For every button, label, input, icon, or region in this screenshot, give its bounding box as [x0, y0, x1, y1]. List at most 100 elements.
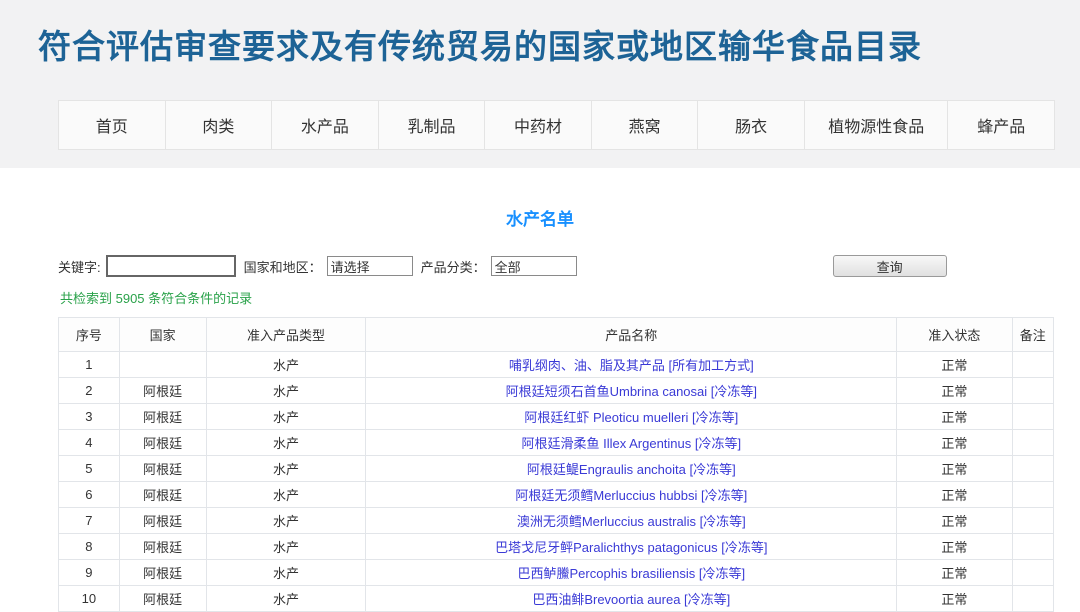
cell-type: 水产	[206, 508, 366, 534]
column-header: 序号	[59, 318, 120, 352]
cell-country: 阿根廷	[119, 482, 206, 508]
nav-item-8[interactable]: 植物源性食品	[805, 101, 949, 149]
product-name-link[interactable]: 澳洲无须鳕Merluccius australis [冷冻等]	[517, 514, 746, 529]
category-label: 产品分类：	[421, 257, 486, 276]
cell-index: 8	[59, 534, 120, 560]
product-name-link[interactable]: 阿根廷无须鳕Merluccius hubbsi [冷冻等]	[515, 488, 747, 503]
cell-country: 阿根廷	[119, 560, 206, 586]
cell-note	[1012, 456, 1054, 482]
cell-note	[1012, 560, 1054, 586]
nav-item-2[interactable]: 肉类	[166, 101, 273, 149]
cell-product: 哺乳纲肉、油、脂及其产品 [所有加工方式]	[366, 352, 897, 378]
nav-item-9[interactable]: 蜂产品	[948, 101, 1054, 149]
cell-note	[1012, 352, 1054, 378]
product-name-link[interactable]: 阿根廷短须石首鱼Umbrina canosai [冷冻等]	[506, 384, 757, 399]
product-name-link[interactable]: 哺乳纲肉、油、脂及其产品 [所有加工方式]	[509, 358, 754, 373]
nav-item-7[interactable]: 肠衣	[698, 101, 805, 149]
cell-note	[1012, 430, 1054, 456]
cell-note	[1012, 586, 1054, 612]
table-body: 1水产哺乳纲肉、油、脂及其产品 [所有加工方式]正常2阿根廷水产阿根廷短须石首鱼…	[59, 352, 1054, 612]
column-header: 国家	[119, 318, 206, 352]
cell-country	[119, 352, 206, 378]
table-row: 10阿根廷水产 巴西油鲱Brevoortia aurea [冷冻等] 正常	[59, 586, 1054, 612]
cell-country: 阿根廷	[119, 534, 206, 560]
nav-item-5[interactable]: 中药材	[485, 101, 592, 149]
cell-product: 巴塔戈尼牙鲆Paralichthys patagonicus [冷冻等]	[366, 534, 897, 560]
column-header: 产品名称	[366, 318, 897, 352]
country-label: 国家和地区：	[244, 257, 322, 276]
cell-status: 正常	[897, 430, 1012, 456]
cell-index: 10	[59, 586, 120, 612]
cell-product: 阿根廷鳀Engraulis anchoita [冷冻等]	[366, 456, 897, 482]
table-row: 4阿根廷水产阿根廷滑柔鱼 Illex Argentinus [冷冻等]正常	[59, 430, 1054, 456]
cell-type: 水产	[206, 378, 366, 404]
table-row: 1水产哺乳纲肉、油、脂及其产品 [所有加工方式]正常	[59, 352, 1054, 378]
product-name-link[interactable]: 阿根廷滑柔鱼 Illex Argentinus [冷冻等]	[521, 436, 741, 451]
cell-index: 9	[59, 560, 120, 586]
nav-item-6[interactable]: 燕窝	[592, 101, 699, 149]
cell-type: 水产	[206, 482, 366, 508]
column-header: 备注	[1012, 318, 1054, 352]
cell-index: 2	[59, 378, 120, 404]
keyword-input[interactable]	[106, 255, 236, 277]
cell-product: 巴西鲈鰧Percophis brasiliensis [冷冻等]	[366, 560, 897, 586]
cell-status: 正常	[897, 352, 1012, 378]
cell-index: 4	[59, 430, 120, 456]
cell-country: 阿根廷	[119, 508, 206, 534]
table-row: 2阿根廷水产 阿根廷短须石首鱼Umbrina canosai [冷冻等] 正常	[59, 378, 1054, 404]
cell-country: 阿根廷	[119, 378, 206, 404]
product-name-link[interactable]: 巴西油鲱Brevoortia aurea [冷冻等]	[532, 592, 730, 607]
column-header: 准入产品类型	[206, 318, 366, 352]
cell-type: 水产	[206, 456, 366, 482]
cell-index: 7	[59, 508, 120, 534]
cell-type: 水产	[206, 404, 366, 430]
cell-index: 3	[59, 404, 120, 430]
main-content: 水产名单 关键字: 国家和地区： 产品分类： 查询 共检索到 5905 条符合条…	[0, 205, 1080, 612]
cell-product: 阿根廷无须鳕Merluccius hubbsi [冷冻等]	[366, 482, 897, 508]
cell-index: 6	[59, 482, 120, 508]
result-summary: 共检索到 5905 条符合条件的记录	[60, 288, 1080, 307]
cell-note	[1012, 378, 1054, 404]
nav-item-1[interactable]: 首页	[59, 101, 166, 149]
keyword-label: 关键字:	[58, 257, 101, 276]
product-name-link[interactable]: 阿根廷鳀Engraulis anchoita [冷冻等]	[527, 462, 736, 477]
cell-type: 水产	[206, 586, 366, 612]
product-name-link[interactable]: 阿根廷红虾 Pleoticu muelleri [冷冻等]	[524, 410, 738, 425]
cell-status: 正常	[897, 560, 1012, 586]
nav-item-3[interactable]: 水产品	[272, 101, 379, 149]
cell-product: 阿根廷短须石首鱼Umbrina canosai [冷冻等]	[366, 378, 897, 404]
table-row: 8阿根廷水产 巴塔戈尼牙鲆Paralichthys patagonicus [冷冻…	[59, 534, 1054, 560]
cell-status: 正常	[897, 508, 1012, 534]
table-row: 6阿根廷水产阿根廷无须鳕Merluccius hubbsi [冷冻等]正常	[59, 482, 1054, 508]
cell-type: 水产	[206, 430, 366, 456]
results-table: 序号国家准入产品类型产品名称准入状态备注 1水产哺乳纲肉、油、脂及其产品 [所有…	[58, 317, 1054, 612]
query-button[interactable]: 查询	[833, 255, 947, 277]
cell-country: 阿根廷	[119, 586, 206, 612]
product-name-link[interactable]: 巴西鲈鰧Percophis brasiliensis [冷冻等]	[518, 566, 746, 581]
table-row: 5阿根廷水产 阿根廷鳀Engraulis anchoita [冷冻等] 正常	[59, 456, 1054, 482]
cell-country: 阿根廷	[119, 456, 206, 482]
cell-type: 水产	[206, 560, 366, 586]
table-row: 3阿根廷水产阿根廷红虾 Pleoticu muelleri [冷冻等]正常	[59, 404, 1054, 430]
cell-note	[1012, 534, 1054, 560]
cell-status: 正常	[897, 456, 1012, 482]
product-name-link[interactable]: 巴塔戈尼牙鲆Paralichthys patagonicus [冷冻等]	[495, 540, 767, 555]
cell-index: 5	[59, 456, 120, 482]
cell-note	[1012, 404, 1054, 430]
cell-note	[1012, 508, 1054, 534]
cell-status: 正常	[897, 586, 1012, 612]
main-nav: 首页肉类水产品乳制品中药材燕窝肠衣植物源性食品蜂产品	[58, 100, 1055, 150]
cell-status: 正常	[897, 534, 1012, 560]
nav-item-4[interactable]: 乳制品	[379, 101, 486, 149]
table-header-row: 序号国家准入产品类型产品名称准入状态备注	[59, 318, 1054, 352]
cell-product: 阿根廷滑柔鱼 Illex Argentinus [冷冻等]	[366, 430, 897, 456]
cell-type: 水产	[206, 534, 366, 560]
category-select[interactable]	[491, 256, 577, 276]
country-select[interactable]	[327, 256, 413, 276]
cell-product: 阿根廷红虾 Pleoticu muelleri [冷冻等]	[366, 404, 897, 430]
cell-status: 正常	[897, 378, 1012, 404]
header-band: 符合评估审查要求及有传统贸易的国家或地区输华食品目录 首页肉类水产品乳制品中药材…	[0, 0, 1080, 168]
cell-country: 阿根廷	[119, 404, 206, 430]
cell-product: 澳洲无须鳕Merluccius australis [冷冻等]	[366, 508, 897, 534]
column-header: 准入状态	[897, 318, 1012, 352]
